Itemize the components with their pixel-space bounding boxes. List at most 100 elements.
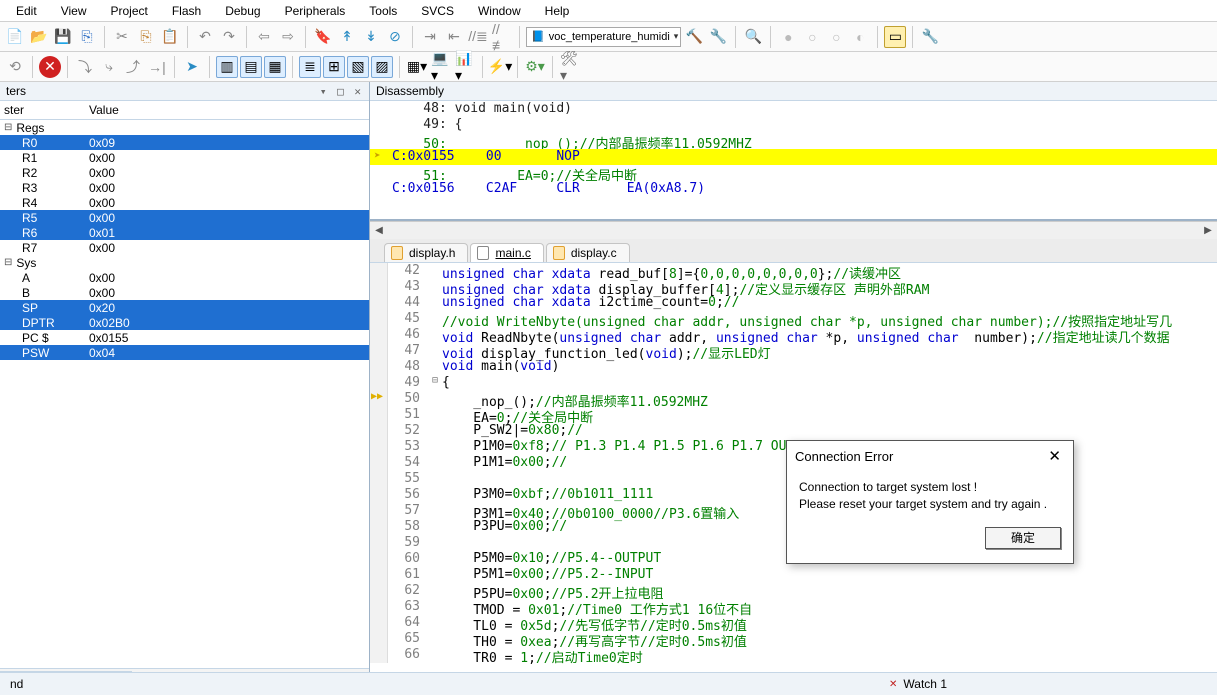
b2-icon[interactable]: ○ bbox=[801, 26, 823, 48]
b3-icon[interactable]: ○ bbox=[825, 26, 847, 48]
code-line[interactable]: 50 _nop_();//内部晶振频率11.0592MHZ bbox=[370, 391, 1217, 407]
code-line[interactable]: 46void ReadNbyte(unsigned char addr, uns… bbox=[370, 327, 1217, 343]
win-regs-icon[interactable]: ≣ bbox=[299, 56, 321, 78]
dialog-titlebar[interactable]: Connection Error ✕ bbox=[787, 441, 1073, 471]
uncomment-icon[interactable]: //≢ bbox=[491, 26, 513, 48]
scroll-left-icon[interactable]: ◀ bbox=[370, 225, 388, 236]
code-line[interactable]: 45//void WriteNbyte(unsigned char addr, … bbox=[370, 311, 1217, 327]
config-icon[interactable]: 🔧 bbox=[919, 26, 941, 48]
footer-watch[interactable]: ✕ Watch 1 bbox=[879, 677, 957, 691]
register-row[interactable]: R10x00 bbox=[0, 150, 369, 165]
tab-display-c[interactable]: display.c bbox=[546, 243, 630, 262]
code-line[interactable]: 51 EA=0;//关全局中断 bbox=[370, 407, 1217, 423]
redo-icon[interactable]: ↷ bbox=[218, 26, 240, 48]
step-over-icon[interactable]: ⤷ bbox=[98, 56, 120, 78]
paste-icon[interactable]: 📋 bbox=[159, 26, 181, 48]
bookmark-next-icon[interactable]: ↡ bbox=[360, 26, 382, 48]
disasm-line[interactable]: 50: _nop_();//内部晶振频率11.0592MHZ bbox=[370, 133, 1217, 149]
menu-help[interactable]: Help bbox=[533, 1, 582, 21]
disasm-line[interactable]: 51: EA=0;//关全局中断 bbox=[370, 165, 1217, 181]
step-into-icon[interactable]: ⤵ bbox=[74, 56, 96, 78]
scroll-right-icon[interactable]: ▶ bbox=[1199, 225, 1217, 236]
register-row[interactable]: A0x00 bbox=[0, 270, 369, 285]
win-sym-icon[interactable]: ▦ bbox=[264, 56, 286, 78]
stop-icon[interactable]: ✕ bbox=[39, 56, 61, 78]
disasm-line[interactable]: 48: void main(void) bbox=[370, 101, 1217, 117]
analysis-icon[interactable]: 📊▾ bbox=[454, 56, 476, 78]
b4-icon[interactable]: ◐ bbox=[849, 26, 871, 48]
win-cmd-icon[interactable]: ▥ bbox=[216, 56, 238, 78]
menu-svcs[interactable]: SVCS bbox=[409, 1, 466, 21]
disasm-scrollbar[interactable]: ◀ ▶ bbox=[370, 221, 1217, 239]
reset-icon[interactable]: ⟲ bbox=[4, 56, 26, 78]
outdent-icon[interactable]: ⇤ bbox=[443, 26, 465, 48]
show-next-icon[interactable]: ➤ bbox=[181, 56, 203, 78]
cut-icon[interactable]: ✂ bbox=[111, 26, 133, 48]
register-row[interactable]: R60x01 bbox=[0, 225, 369, 240]
target-combo[interactable]: 📘 voc_temperature_humidi ▾ bbox=[526, 27, 681, 47]
menu-project[interactable]: Project bbox=[98, 1, 159, 21]
register-row[interactable]: PSW0x04 bbox=[0, 345, 369, 360]
register-row[interactable]: DPTR0x02B0 bbox=[0, 315, 369, 330]
win-disasm-icon[interactable]: ▤ bbox=[240, 56, 262, 78]
new-file-icon[interactable]: 📄 bbox=[4, 26, 26, 48]
disasm-line[interactable]: 49: { bbox=[370, 117, 1217, 133]
indent-icon[interactable]: ⇥ bbox=[419, 26, 441, 48]
code-line[interactable]: 62 P5PU=0x00;//P5.2开上拉电阻 bbox=[370, 583, 1217, 599]
rebuild-icon[interactable]: 🔧 bbox=[707, 26, 729, 48]
menu-window[interactable]: Window bbox=[466, 1, 533, 21]
nav-fwd-icon[interactable]: ⇨ bbox=[277, 26, 299, 48]
bookmark-icon[interactable]: 🔖 bbox=[312, 26, 334, 48]
bookmark-clear-icon[interactable]: ⊘ bbox=[384, 26, 406, 48]
trace-icon[interactable]: ⚡▾ bbox=[489, 56, 511, 78]
code-line[interactable]: 52 P_SW2|=0x80;// bbox=[370, 423, 1217, 439]
register-row[interactable]: PC $0x0155 bbox=[0, 330, 369, 345]
disasm-line[interactable]: C:0x0155 00 NOP bbox=[370, 149, 1217, 165]
register-row[interactable]: R50x00 bbox=[0, 210, 369, 225]
register-row[interactable]: SP0x20 bbox=[0, 300, 369, 315]
run-to-icon[interactable]: →| bbox=[146, 56, 168, 78]
tab-display-h[interactable]: display.h bbox=[384, 243, 468, 262]
code-line[interactable]: 47void display_function_led(void);//显示LE… bbox=[370, 343, 1217, 359]
disasm-line[interactable]: C:0x0156 C2AF CLR EA(0xA8.7) bbox=[370, 181, 1217, 197]
build-icon[interactable]: 🔨 bbox=[683, 26, 705, 48]
close-icon[interactable]: ✕ bbox=[1044, 447, 1065, 465]
bookmark-prev-icon[interactable]: ↟ bbox=[336, 26, 358, 48]
window-icon[interactable]: ▭ bbox=[884, 26, 906, 48]
save-icon[interactable]: 💾 bbox=[52, 26, 74, 48]
register-row[interactable]: R30x00 bbox=[0, 180, 369, 195]
copy-icon[interactable]: ⎘ bbox=[135, 26, 157, 48]
code-line[interactable]: 42unsigned char xdata read_buf[8]={0,0,0… bbox=[370, 263, 1217, 279]
code-line[interactable]: 43unsigned char xdata display_buffer[4];… bbox=[370, 279, 1217, 295]
code-line[interactable]: 48void main(void) bbox=[370, 359, 1217, 375]
win-watch-icon[interactable]: ▨ bbox=[371, 56, 393, 78]
register-row[interactable]: R00x09 bbox=[0, 135, 369, 150]
debug-start-icon[interactable]: 🔍 bbox=[742, 26, 764, 48]
win-stack-icon[interactable]: ⊞ bbox=[323, 56, 345, 78]
tools-icon[interactable]: 🛠▾ bbox=[559, 56, 581, 78]
menu-view[interactable]: View bbox=[49, 1, 99, 21]
open-icon[interactable]: 📂 bbox=[28, 26, 50, 48]
b1-icon[interactable]: ● bbox=[777, 26, 799, 48]
serial-icon[interactable]: 💻▾ bbox=[430, 56, 452, 78]
code-line[interactable]: 65 TH0 = 0xea;//再写高字节//定时0.5ms初值 bbox=[370, 631, 1217, 647]
code-line[interactable]: 63 TMOD = 0x01;//Time0 工作方式1 16位不自 bbox=[370, 599, 1217, 615]
undo-icon[interactable]: ↶ bbox=[194, 26, 216, 48]
menu-debug[interactable]: Debug bbox=[213, 1, 272, 21]
step-out-icon[interactable]: ⤴ bbox=[122, 56, 144, 78]
code-line[interactable]: 64 TL0 = 0x5d;//先写低字节//定时0.5ms初值 bbox=[370, 615, 1217, 631]
register-row[interactable]: R40x00 bbox=[0, 195, 369, 210]
register-row[interactable]: R20x00 bbox=[0, 165, 369, 180]
sys-group[interactable]: Sys bbox=[0, 255, 369, 270]
system-icon[interactable]: ⚙▾ bbox=[524, 56, 546, 78]
menu-peripherals[interactable]: Peripherals bbox=[273, 1, 358, 21]
code-line[interactable]: 44unsigned char xdata i2ctime_count=0;// bbox=[370, 295, 1217, 311]
save-all-icon[interactable]: ⎘ bbox=[76, 26, 98, 48]
comment-icon[interactable]: //≣ bbox=[467, 26, 489, 48]
menu-edit[interactable]: Edit bbox=[4, 1, 49, 21]
register-row[interactable]: R70x00 bbox=[0, 240, 369, 255]
pane-controls[interactable]: ▾ □ ✕ bbox=[320, 85, 363, 98]
disassembly-view[interactable]: 48: void main(void) 49: { 50: _nop_();//… bbox=[370, 101, 1217, 221]
menu-flash[interactable]: Flash bbox=[160, 1, 213, 21]
code-line[interactable]: 66 TR0 = 1;//启动Time0定时 bbox=[370, 647, 1217, 663]
